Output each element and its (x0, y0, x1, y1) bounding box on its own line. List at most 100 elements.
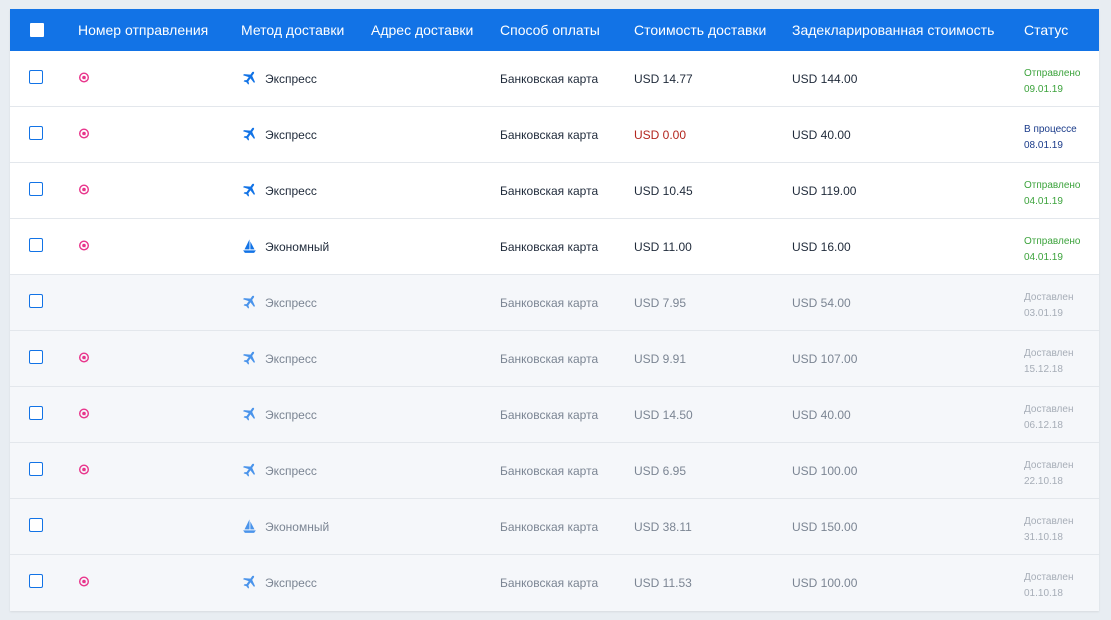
status-text: Доставлен (1024, 404, 1074, 415)
row-checkbox[interactable] (29, 70, 43, 84)
delivery-cost-cell: USD 10.45 (634, 183, 693, 198)
delivery-method-cell: Экспресс (241, 107, 317, 162)
tracking-pin-icon[interactable] (78, 72, 90, 84)
delivery-method-cell: Экспресс (241, 555, 317, 610)
row-checkbox[interactable] (29, 238, 43, 252)
status-cell: Отправлено 09.01.19 (1024, 66, 1080, 98)
delivery-cost-cell: USD 6.95 (634, 463, 687, 478)
delivery-method-cell: Экспресс (241, 275, 317, 330)
row-checkbox[interactable] (29, 350, 43, 364)
payment-method-cell: Банковская карта (500, 407, 599, 422)
row-checkbox[interactable] (29, 294, 43, 308)
delivery-cost-cell: USD 11.00 (634, 239, 692, 254)
status-date: 03.01.19 (1024, 308, 1063, 319)
tracking-pin-icon[interactable] (78, 464, 90, 476)
delivery-method-label: Экспресс (265, 71, 317, 86)
payment-method-cell: Банковская карта (500, 575, 599, 590)
status-date: 04.01.19 (1024, 196, 1063, 207)
status-date: 22.10.18 (1024, 476, 1063, 487)
status-date: 15.12.18 (1024, 364, 1063, 375)
status-text: Доставлен (1024, 348, 1074, 359)
row-checkbox[interactable] (29, 518, 43, 532)
table-row[interactable]: Экспресс Банковская карта USD 11.53 USD … (10, 555, 1099, 611)
payment-method-cell: Банковская карта (500, 127, 599, 142)
tracking-pin-icon[interactable] (78, 128, 90, 140)
column-header-tracking-number[interactable]: Номер отправления (78, 9, 208, 51)
status-date: 31.10.18 (1024, 532, 1063, 543)
declared-value-cell: USD 40.00 (792, 127, 851, 142)
payment-method-cell: Банковская карта (500, 463, 599, 478)
status-date: 06.12.18 (1024, 420, 1063, 431)
status-text: Отправлено (1024, 180, 1081, 191)
delivery-method-label: Экспресс (265, 463, 317, 478)
table-row[interactable]: Экспресс Банковская карта USD 14.50 USD … (10, 387, 1099, 443)
airplane-icon (243, 183, 255, 197)
table-row[interactable]: Экспресс Банковская карта USD 10.45 USD … (10, 163, 1099, 219)
airplane-icon (243, 127, 255, 141)
delivery-method-label: Экономный (265, 239, 330, 254)
table-row[interactable]: Экономный Банковская карта USD 11.00 USD… (10, 219, 1099, 275)
status-cell: Доставлен 22.10.18 (1024, 458, 1073, 490)
status-text: Доставлен (1024, 292, 1074, 303)
declared-value-cell: USD 107.00 (792, 351, 858, 366)
column-header-payment-method[interactable]: Способ оплаты (500, 9, 600, 51)
column-header-delivery-address[interactable]: Адрес доставки (371, 9, 473, 51)
column-header-declared-value[interactable]: Задекларированная стоимость (792, 9, 994, 51)
delivery-method-label: Экспресс (265, 127, 317, 142)
payment-method-cell: Банковская карта (500, 183, 599, 198)
declared-value-cell: USD 16.00 (792, 239, 851, 254)
payment-method-cell: Банковская карта (500, 351, 599, 366)
delivery-method-cell: Экономный (241, 499, 329, 554)
payment-method-cell: Банковская карта (500, 71, 599, 86)
row-checkbox[interactable] (29, 126, 43, 140)
status-date: 04.01.19 (1024, 252, 1063, 263)
status-date: 08.01.19 (1024, 140, 1063, 151)
row-checkbox[interactable] (29, 182, 43, 196)
delivery-method-cell: Экспресс (241, 51, 317, 106)
airplane-icon (243, 575, 255, 589)
table-row[interactable]: Экономный Банковская карта USD 38.11 USD… (10, 499, 1099, 555)
declared-value-cell: USD 144.00 (792, 71, 858, 86)
tracking-pin-icon[interactable] (78, 184, 90, 196)
declared-value-cell: USD 100.00 (792, 463, 858, 478)
table-row[interactable]: Экспресс Банковская карта USD 7.95 USD 5… (10, 275, 1099, 331)
row-checkbox[interactable] (29, 574, 43, 588)
tracking-pin-icon[interactable] (78, 408, 90, 420)
delivery-method-label: Экспресс (265, 575, 317, 590)
airplane-icon (243, 71, 255, 85)
status-cell: Доставлен 03.01.19 (1024, 290, 1073, 322)
tracking-pin-icon[interactable] (78, 576, 90, 588)
declared-value-cell: USD 100.00 (792, 575, 858, 590)
status-cell: Отправлено 04.01.19 (1024, 234, 1080, 266)
status-text: В процессе (1024, 124, 1077, 135)
row-checkbox[interactable] (29, 462, 43, 476)
tracking-pin-icon[interactable] (78, 240, 90, 252)
column-header-status[interactable]: Статус (1024, 9, 1068, 51)
table-row[interactable]: Экспресс Банковская карта USD 0.00 USD 4… (10, 107, 1099, 163)
declared-value-cell: USD 150.00 (792, 519, 858, 534)
airplane-icon (243, 463, 255, 477)
declared-value-cell: USD 54.00 (792, 295, 851, 310)
select-all-checkbox[interactable] (30, 23, 44, 37)
delivery-method-cell: Экономный (241, 219, 329, 274)
delivery-method-label: Экспресс (265, 351, 317, 366)
status-text: Доставлен (1024, 460, 1074, 471)
delivery-method-label: Экономный (265, 519, 330, 534)
delivery-cost-cell: USD 14.77 (634, 71, 693, 86)
table-row[interactable]: Экспресс Банковская карта USD 9.91 USD 1… (10, 331, 1099, 387)
column-header-delivery-method[interactable]: Метод доставки (241, 9, 344, 51)
column-header-delivery-cost[interactable]: Стоимость доставки (634, 9, 766, 51)
delivery-method-cell: Экспресс (241, 387, 317, 442)
status-cell: Доставлен 15.12.18 (1024, 346, 1073, 378)
table-row[interactable]: Экспресс Банковская карта USD 14.77 USD … (10, 51, 1099, 107)
delivery-cost-cell: USD 11.53 (634, 575, 692, 590)
status-cell: Доставлен 06.12.18 (1024, 402, 1073, 434)
airplane-icon (243, 295, 255, 309)
row-checkbox[interactable] (29, 406, 43, 420)
payment-method-cell: Банковская карта (500, 295, 599, 310)
status-text: Отправлено (1024, 236, 1081, 247)
status-cell: Доставлен 31.10.18 (1024, 514, 1073, 546)
table-row[interactable]: Экспресс Банковская карта USD 6.95 USD 1… (10, 443, 1099, 499)
delivery-method-cell: Экспресс (241, 331, 317, 386)
tracking-pin-icon[interactable] (78, 352, 90, 364)
